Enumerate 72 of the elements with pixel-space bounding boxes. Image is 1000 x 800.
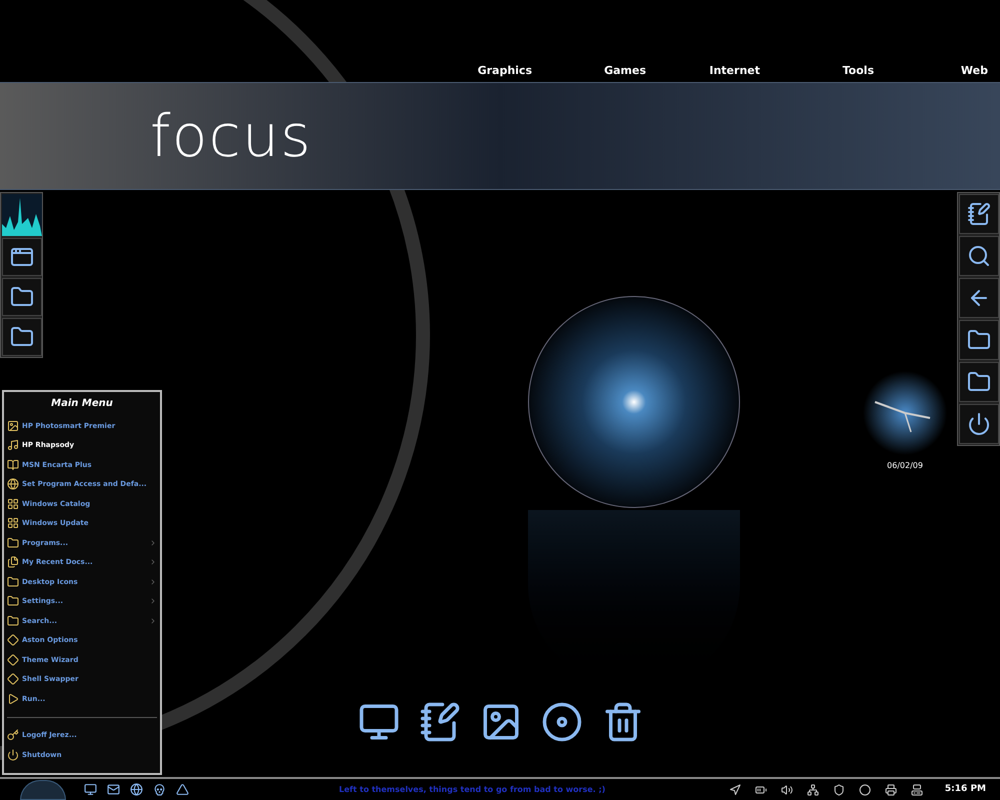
- clock-date: 06/02/09: [887, 460, 923, 472]
- documents-icon: [7, 556, 19, 568]
- diamond-icon: [7, 634, 19, 646]
- start-orb[interactable]: [20, 780, 66, 800]
- volume-icon: [780, 784, 793, 796]
- dock-button[interactable]: [2, 238, 42, 276]
- folder-icon: [10, 325, 34, 349]
- quick-launch-button[interactable]: [130, 783, 143, 796]
- globe-icon: [7, 478, 19, 490]
- dock-button[interactable]: [959, 236, 999, 276]
- quick-launch-button[interactable]: [176, 783, 189, 796]
- network-icon: [806, 784, 819, 796]
- disc-icon: [541, 701, 583, 743]
- cpu-graph-icon: [2, 194, 42, 236]
- tray-button[interactable]: [806, 784, 819, 796]
- monitor-icon: [84, 783, 97, 796]
- notepad-icon: [419, 701, 461, 743]
- banner-title: focus: [150, 107, 312, 165]
- windows-logo-icon: [7, 498, 19, 510]
- nav-link[interactable]: Internet: [658, 62, 772, 80]
- taskbar-clock: 5:16 PM: [944, 782, 986, 796]
- dock-button[interactable]: [959, 404, 999, 444]
- nav-link[interactable]: Graphics: [430, 62, 544, 80]
- search-icon: [967, 244, 991, 268]
- folder-icon: [967, 370, 991, 394]
- diamond-icon: [7, 673, 19, 686]
- run-icon: [7, 692, 19, 705]
- battery-icon: [754, 784, 767, 796]
- power-icon: [967, 412, 991, 436]
- arrow-icon: [728, 784, 741, 796]
- quick-launch-button[interactable]: [84, 783, 97, 796]
- folder-icon: [7, 595, 19, 608]
- printer-icon: [884, 784, 897, 796]
- diamond-icon: [7, 654, 19, 666]
- menu-title: Main Menu: [50, 397, 114, 411]
- folder-icon: [967, 328, 991, 352]
- power-icon: [7, 748, 19, 761]
- nav-link[interactable]: Games: [544, 62, 658, 80]
- app-icon: [10, 245, 34, 269]
- image-icon: [7, 420, 19, 432]
- tray-button[interactable]: [728, 784, 741, 796]
- shield-icon: [832, 784, 845, 796]
- quick-launch-button[interactable]: [153, 783, 166, 796]
- tray-button[interactable]: [910, 784, 923, 796]
- book-icon: [7, 458, 19, 471]
- music-icon: [7, 439, 19, 452]
- computer-icon: [910, 784, 923, 796]
- dock-button[interactable]: [959, 278, 999, 318]
- windows-logo-icon: [7, 517, 19, 530]
- tray-button[interactable]: [780, 784, 793, 796]
- folder-icon: [7, 576, 19, 588]
- key-icon: [7, 729, 19, 742]
- notepad-icon: [967, 202, 991, 226]
- dock-button[interactable]: [959, 194, 999, 234]
- folder-icon: [7, 614, 19, 627]
- quick-launch-button[interactable]: [107, 783, 120, 796]
- globe-icon: [130, 783, 143, 796]
- dock-button[interactable]: [2, 278, 42, 316]
- dock-button[interactable]: [959, 320, 999, 360]
- nav-link[interactable]: Web: [886, 62, 1000, 80]
- tray-button[interactable]: [832, 784, 845, 796]
- folder-icon: [7, 536, 19, 549]
- folder-icon: [10, 285, 34, 309]
- tray-button[interactable]: [884, 784, 897, 796]
- quote-text: Left to themselves, things tend to go from bad to worse. ;): [339, 784, 606, 796]
- skull-icon: [153, 783, 166, 796]
- mail-icon: [107, 783, 120, 796]
- tray-button[interactable]: [754, 784, 767, 796]
- nav-link[interactable]: Tools: [772, 62, 886, 80]
- dock-button[interactable]: [2, 318, 42, 356]
- triangle-icon: [176, 783, 189, 796]
- dock-button[interactable]: [959, 362, 999, 402]
